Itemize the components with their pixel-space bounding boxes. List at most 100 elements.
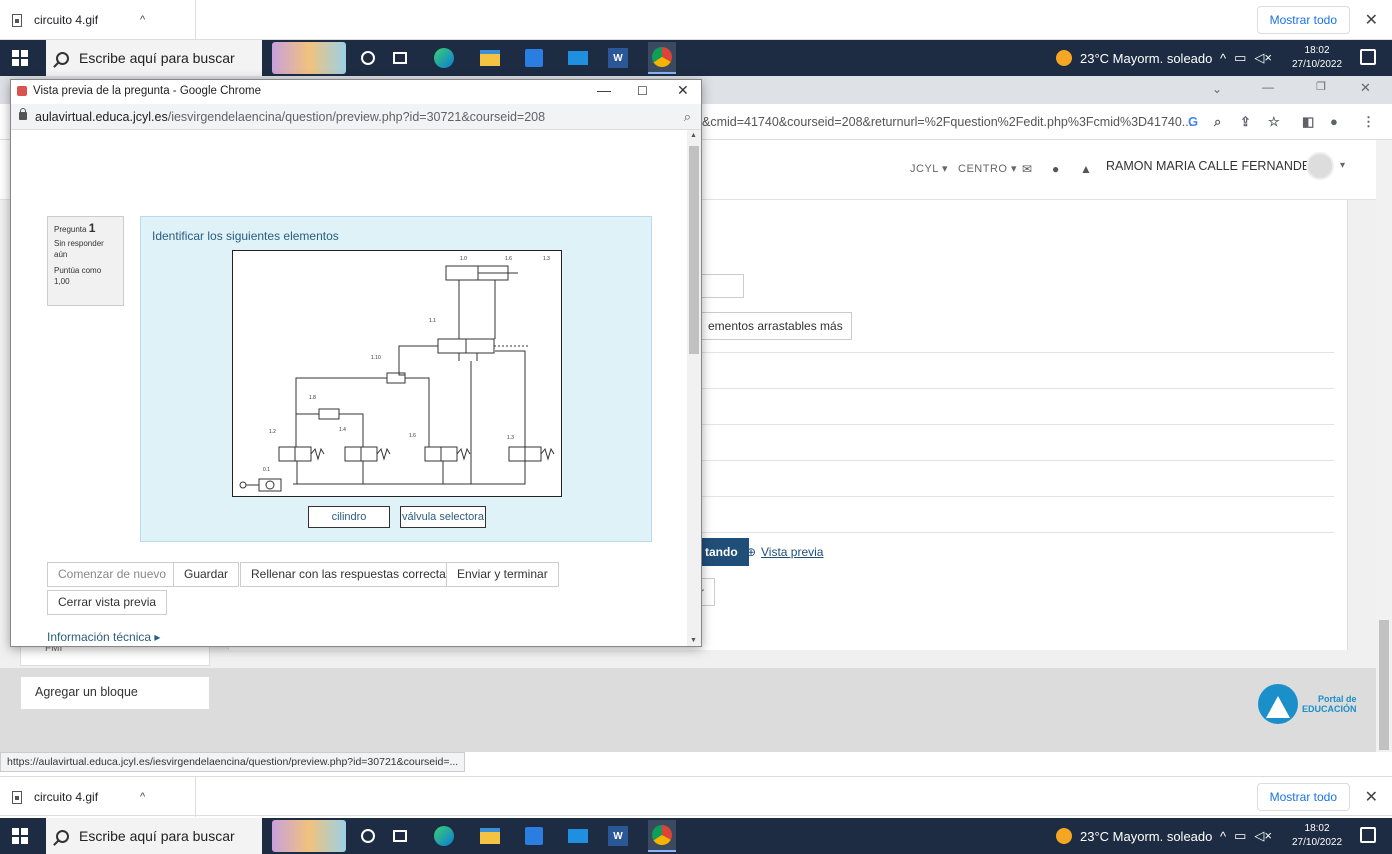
technical-info-toggle[interactable]: Información técnica ▸ bbox=[47, 630, 160, 644]
edge-icon[interactable] bbox=[432, 824, 456, 848]
submit-button[interactable]: Enviar y terminar bbox=[446, 562, 559, 587]
volume-icon[interactable]: ◁× bbox=[1254, 828, 1272, 844]
chrome-icon[interactable] bbox=[648, 42, 676, 74]
close-preview-button[interactable]: Cerrar vista previa bbox=[47, 590, 168, 615]
bookmark-star-icon[interactable]: ☆ bbox=[1268, 114, 1280, 130]
file-explorer-icon[interactable] bbox=[478, 824, 502, 848]
notification-icon[interactable] bbox=[1360, 49, 1376, 65]
word-icon[interactable]: W bbox=[606, 824, 630, 848]
volume-icon[interactable]: ◁× bbox=[1254, 50, 1272, 66]
nav-jcyl[interactable]: JCYL ▾ bbox=[910, 162, 948, 175]
popup-titlebar[interactable]: Vista previa de la pregunta - Google Chr… bbox=[11, 80, 701, 104]
show-all-button[interactable]: Mostrar todo bbox=[1256, 6, 1350, 34]
main-scrollbar[interactable] bbox=[1376, 140, 1392, 752]
popup-maximize-icon[interactable]: ☐ bbox=[637, 84, 648, 98]
more-draggables-button[interactable]: ementos arrastables más bbox=[700, 312, 852, 340]
weather-widget[interactable]: 23°C Mayorm. soleado bbox=[1056, 40, 1212, 76]
partial-button[interactable]: r bbox=[700, 578, 715, 606]
weather-text: 23°C Mayorm. soleado bbox=[1080, 50, 1213, 66]
restore-icon[interactable]: ❐ bbox=[1316, 80, 1326, 93]
taskbar-search[interactable]: Escribe aquí para buscar bbox=[46, 40, 262, 76]
zoom-icon[interactable]: ⌕ bbox=[1214, 114, 1221, 130]
minimize-icon[interactable]: — bbox=[1262, 80, 1274, 94]
pneumatic-circuit-diagram[interactable]: 1.0 1.6 1.3 1.1 1.10 1.8 1.2 1.4 1.6 1.3… bbox=[232, 250, 562, 497]
tab-search-icon[interactable]: ⌄ bbox=[1212, 82, 1222, 96]
avatar[interactable] bbox=[1306, 152, 1334, 180]
popup-scrollbar[interactable]: ▲ ▼ bbox=[687, 130, 701, 646]
cortana-icon[interactable] bbox=[356, 46, 380, 70]
label-1-2: 1.2 bbox=[269, 429, 276, 435]
popup-address-bar[interactable]: aulavirtual.educa.jcyl.es/iesvirgendelae… bbox=[11, 104, 701, 130]
restart-button[interactable]: Comenzar de nuevo bbox=[47, 562, 178, 587]
popup-zoom-icon[interactable]: ⌕ bbox=[684, 109, 691, 125]
weather-widget[interactable]: 23°C Mayorm. soleado bbox=[1056, 818, 1212, 854]
main-url-text[interactable]: &cmid=41740&courseid=208&returnurl=%2Fqu… bbox=[702, 115, 1192, 129]
search-highlight-image[interactable] bbox=[272, 42, 346, 74]
messages-icon[interactable]: ✉ bbox=[1022, 162, 1033, 176]
taskbar-clock[interactable]: 18:02 27/10/2022 bbox=[1292, 822, 1342, 850]
menu-kebab-icon[interactable]: ⋮ bbox=[1362, 114, 1375, 130]
scroll-down-icon[interactable]: ▼ bbox=[690, 637, 697, 644]
save-button[interactable]: Guardar bbox=[173, 562, 240, 587]
nav-centro[interactable]: CENTRO ▾ bbox=[958, 162, 1017, 175]
network-icon[interactable]: ▭ bbox=[1234, 828, 1246, 844]
save-continue-button[interactable]: tando bbox=[700, 538, 749, 566]
task-view-icon[interactable] bbox=[388, 824, 412, 848]
add-block-link[interactable]: Agregar un bloque bbox=[20, 676, 210, 710]
taskbar-search[interactable]: Escribe aquí para buscar bbox=[46, 818, 262, 854]
show-all-button[interactable]: Mostrar todo bbox=[1256, 783, 1350, 811]
download-item[interactable]: circuito 4.gif ^ bbox=[0, 0, 196, 40]
file-explorer-icon[interactable] bbox=[478, 46, 502, 70]
question-score: 1,00 bbox=[54, 277, 70, 286]
mail-icon[interactable] bbox=[566, 46, 590, 70]
store-icon[interactable] bbox=[522, 46, 546, 70]
popup-minimize-icon[interactable]: — bbox=[597, 82, 611, 98]
user-menu-caret-icon[interactable]: ▾ bbox=[1340, 160, 1346, 171]
word-icon[interactable]: W bbox=[606, 46, 630, 70]
search-highlight-image[interactable] bbox=[272, 820, 346, 852]
popup-close-icon[interactable]: ✕ bbox=[677, 82, 689, 99]
main-scrollbar-thumb[interactable] bbox=[1379, 620, 1389, 750]
windows-start-icon[interactable] bbox=[12, 50, 28, 66]
chrome-icon[interactable] bbox=[648, 820, 676, 852]
drag-item-shuttle-valve[interactable]: válvula selectora bbox=[400, 506, 486, 528]
scroll-up-icon[interactable]: ▲ bbox=[690, 132, 697, 139]
side-panel-icon[interactable]: ◧ bbox=[1302, 114, 1314, 130]
tray-chevron-icon[interactable]: ^ bbox=[1220, 51, 1226, 66]
bell-icon[interactable]: ▲ bbox=[1080, 162, 1092, 176]
system-tray[interactable]: ^ ▭ ◁× bbox=[1220, 40, 1272, 76]
edge-icon[interactable] bbox=[432, 46, 456, 70]
cortana-icon[interactable] bbox=[356, 824, 380, 848]
share-icon[interactable]: ⇪ bbox=[1240, 114, 1251, 130]
chevron-up-icon[interactable]: ^ bbox=[140, 14, 145, 26]
drag-item-cylinder[interactable]: cilindro bbox=[308, 506, 390, 528]
chevron-up-icon[interactable]: ^ bbox=[140, 791, 145, 803]
close-icon[interactable]: ✕ bbox=[1365, 787, 1378, 807]
window-close-icon[interactable]: ✕ bbox=[1360, 80, 1371, 96]
windows-start-icon[interactable] bbox=[12, 828, 28, 844]
user-name[interactable]: RAMON MARIA CALLE FERNANDEZ bbox=[1106, 159, 1318, 173]
fill-correct-button[interactable]: Rellenar con las respuestas correctas bbox=[240, 562, 463, 587]
notification-icon[interactable] bbox=[1360, 827, 1376, 843]
store-icon[interactable] bbox=[522, 824, 546, 848]
weather-text: 23°C Mayorm. soleado bbox=[1080, 828, 1213, 844]
question-number: 1 bbox=[88, 221, 96, 235]
preview-magnifier-icon: ⊕ bbox=[746, 545, 757, 559]
popup-url[interactable]: aulavirtual.educa.jcyl.es/iesvirgendelae… bbox=[35, 110, 545, 124]
background-text-input[interactable] bbox=[700, 274, 744, 298]
mail-icon[interactable] bbox=[566, 824, 590, 848]
system-tray[interactable]: ^ ▭ ◁× bbox=[1220, 818, 1272, 854]
tray-chevron-icon[interactable]: ^ bbox=[1220, 829, 1226, 844]
chat-icon[interactable]: ● bbox=[1052, 162, 1060, 176]
portal-educacion-logo[interactable]: Portal de EDUCACIÓN bbox=[1258, 684, 1357, 724]
preview-link[interactable]: Vista previa bbox=[761, 545, 823, 559]
task-view-icon[interactable] bbox=[388, 46, 412, 70]
network-icon[interactable]: ▭ bbox=[1234, 50, 1246, 66]
download-item[interactable]: circuito 4.gif ^ bbox=[0, 777, 196, 817]
close-icon[interactable]: ✕ bbox=[1365, 10, 1378, 30]
label-1-0: 1.0 bbox=[460, 256, 467, 262]
popup-scrollbar-thumb[interactable] bbox=[689, 146, 699, 354]
taskbar-clock[interactable]: 18:02 27/10/2022 bbox=[1292, 44, 1342, 72]
profile-icon[interactable]: ● bbox=[1330, 114, 1338, 129]
google-icon[interactable]: G bbox=[1188, 114, 1198, 129]
